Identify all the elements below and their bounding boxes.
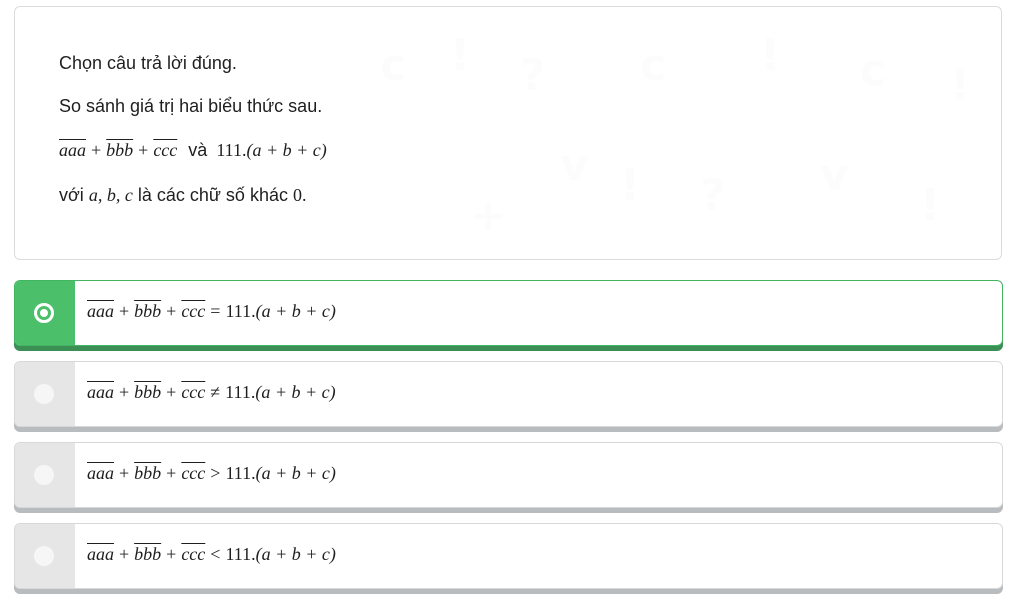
option-marker (15, 362, 75, 426)
plus-sign: + (166, 463, 177, 483)
rhs-sum: (a + b + c) (255, 544, 336, 564)
radio-unchecked-icon[interactable] (34, 384, 54, 404)
plus-sign: + (119, 301, 130, 321)
plus-sign: + (91, 140, 102, 160)
plus-sign: + (166, 301, 177, 321)
condition-text: là các chữ số khác (137, 185, 288, 205)
term-bbb: bbb (134, 301, 162, 321)
term-bbb: bbb (134, 544, 162, 564)
rhs-number: 111. (225, 544, 256, 564)
instruction-text: Chọn câu trả lời đúng. (59, 53, 237, 73)
radio-unchecked-icon[interactable] (34, 546, 54, 566)
term-ccc: ccc (153, 140, 178, 160)
rhs-sum: (a + b + c) (255, 382, 336, 402)
term-ccc: ccc (181, 382, 206, 402)
term-bbb: bbb (106, 140, 134, 160)
condition-vars: a, b, c (88, 185, 133, 205)
radio-checked-icon[interactable] (34, 303, 54, 323)
term-ccc: ccc (181, 544, 206, 564)
rhs-sum: (a + b + c) (255, 301, 336, 321)
question-prompt: So sánh giá trị hai biểu thức sau. (59, 96, 323, 116)
conjunction: và (188, 140, 208, 160)
term-bbb: bbb (134, 382, 162, 402)
plus-sign: + (138, 140, 149, 160)
option-marker (15, 281, 75, 345)
plus-sign: + (166, 382, 177, 402)
option-expression: aaa + bbb + ccc >111.(a + b + c) (87, 463, 336, 484)
answer-option-3[interactable]: aaa + bbb + ccc >111.(a + b + c) (14, 442, 1003, 508)
plus-sign: + (119, 544, 130, 564)
condition-zero: 0. (292, 185, 307, 205)
relation-sign: < (210, 544, 221, 564)
term-aaa: aaa (87, 382, 114, 402)
option-expression: aaa + bbb + ccc = 111.(a + b + c) (87, 301, 336, 322)
term-bbb: bbb (134, 463, 162, 483)
condition-line: với a, b, c là các chữ số khác 0. (59, 185, 306, 206)
option-marker (15, 443, 75, 507)
option-expression: aaa + bbb + ccc <111.(a + b + c) (87, 544, 336, 565)
answer-option-4[interactable]: aaa + bbb + ccc <111.(a + b + c) (14, 523, 1003, 589)
term-aaa: aaa (87, 301, 114, 321)
term-aaa: aaa (87, 544, 114, 564)
answer-option-2[interactable]: aaa + bbb + ccc ≠ 111.(a + b + c) (14, 361, 1003, 427)
rhs-number: 111. (225, 301, 256, 321)
relation-sign: > (210, 463, 221, 483)
term-aaa: aaa (87, 463, 114, 483)
term-ccc: ccc (181, 463, 206, 483)
rhs-number: 111. (225, 382, 256, 402)
plus-sign: + (119, 463, 130, 483)
relation-sign: = (210, 301, 221, 321)
expression-line: aaa + bbb + ccc và 111.(a + b + c) (59, 140, 327, 161)
rhs-sum: (a + b + c) (246, 140, 327, 160)
plus-sign: + (166, 544, 177, 564)
radio-unchecked-icon[interactable] (34, 465, 54, 485)
term-ccc: ccc (181, 301, 206, 321)
relation-sign: ≠ (210, 382, 221, 402)
rhs-sum: (a + b + c) (255, 463, 336, 483)
option-expression: aaa + bbb + ccc ≠ 111.(a + b + c) (87, 382, 336, 403)
condition-prefix: với (59, 185, 84, 205)
rhs-number: 111. (225, 463, 256, 483)
term-aaa: aaa (59, 140, 86, 160)
plus-sign: + (119, 382, 130, 402)
answer-option-1[interactable]: aaa + bbb + ccc = 111.(a + b + c) (14, 280, 1003, 346)
rhs-number: 111. (216, 140, 247, 160)
option-marker (15, 524, 75, 588)
question-card: Chọn câu trả lời đúng. So sánh giá trị h… (14, 6, 1002, 260)
